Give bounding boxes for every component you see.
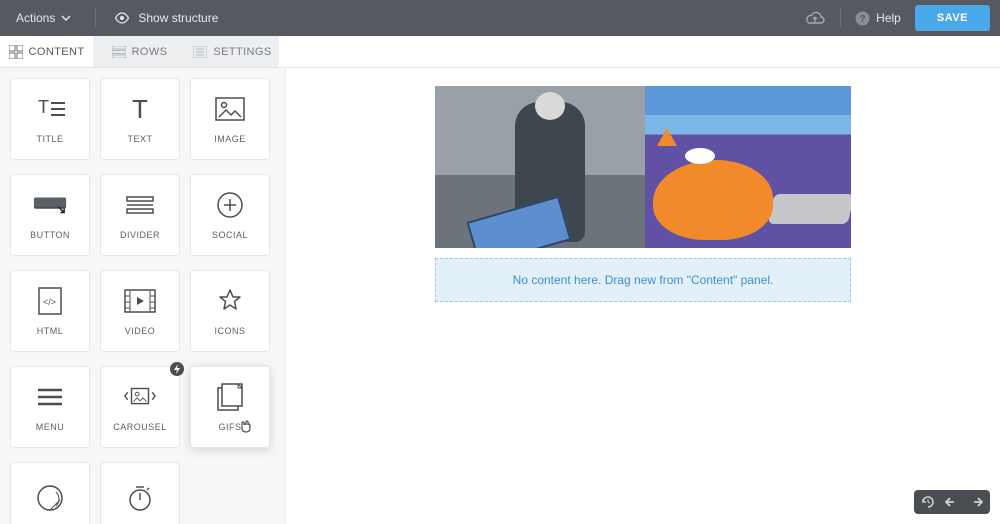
gifs-icon: [213, 382, 247, 412]
history-button[interactable]: [920, 494, 936, 510]
star-icon: [213, 286, 247, 316]
undo-icon: [945, 496, 959, 508]
block-sticker[interactable]: [10, 462, 90, 524]
block-divider[interactable]: DIVIDER: [100, 174, 180, 256]
tab-rows[interactable]: ROWS: [93, 36, 186, 67]
tab-settings[interactable]: SETTINGS: [186, 36, 279, 67]
block-social[interactable]: SOCIAL: [190, 174, 270, 256]
topbar: Actions Show structure ? Help SAVE: [0, 0, 1000, 36]
help-label: Help: [876, 11, 901, 25]
rows-icon: [112, 46, 126, 58]
block-video[interactable]: VIDEO: [100, 270, 180, 352]
timer-icon: [123, 483, 157, 513]
svg-text:?: ?: [860, 14, 866, 25]
svg-text:T: T: [132, 96, 148, 122]
image-row: [435, 86, 851, 248]
block-carousel[interactable]: CAROUSEL: [100, 366, 180, 448]
block-menu[interactable]: MENU: [10, 366, 90, 448]
block-label: CAROUSEL: [113, 422, 167, 432]
sidebar-tabs: CONTENT ROWS SETTINGS: [0, 36, 1000, 68]
canvas[interactable]: No content here. Drag new from "Content"…: [286, 68, 1000, 524]
block-label: SOCIAL: [212, 230, 248, 240]
block-html[interactable]: </> HTML: [10, 270, 90, 352]
grid-icon: [9, 45, 23, 59]
block-label: VIDEO: [125, 326, 156, 336]
cloud-save-icon[interactable]: [804, 10, 826, 26]
lightning-badge-icon: [170, 362, 184, 376]
block-label: IMAGE: [214, 134, 246, 144]
divider: [840, 8, 841, 28]
content-sidebar: T TITLE T TEXT IMAGE BUTTON: [0, 68, 286, 524]
button-icon: [33, 190, 67, 220]
block-button[interactable]: BUTTON: [10, 174, 90, 256]
social-icon: [213, 190, 247, 220]
block-label: TEXT: [127, 134, 152, 144]
show-structure-label: Show structure: [138, 11, 218, 25]
block-label: MENU: [36, 422, 65, 432]
image-icon: [213, 94, 247, 124]
block-label: DIVIDER: [120, 230, 160, 240]
show-structure-toggle[interactable]: Show structure: [108, 7, 224, 29]
block-label: BUTTON: [30, 230, 70, 240]
block-label: ICONS: [214, 326, 245, 336]
tab-content[interactable]: CONTENT: [0, 36, 93, 67]
placed-gif-right[interactable]: [645, 86, 851, 248]
block-title[interactable]: T TITLE: [10, 78, 90, 160]
help-button[interactable]: ? Help: [855, 11, 901, 26]
tab-label: CONTENT: [29, 46, 85, 58]
tab-label: SETTINGS: [213, 46, 271, 58]
history-toolbar: [914, 490, 990, 514]
block-timer[interactable]: [100, 462, 180, 524]
block-label: TITLE: [36, 134, 63, 144]
block-icons[interactable]: ICONS: [190, 270, 270, 352]
menu-icon: [33, 382, 67, 412]
svg-text:</>: </>: [43, 297, 56, 307]
save-button[interactable]: SAVE: [915, 5, 990, 31]
carousel-icon: [123, 382, 157, 412]
video-icon: [123, 286, 157, 316]
undo-button[interactable]: [944, 494, 960, 510]
help-icon: ?: [855, 11, 870, 26]
grab-cursor-icon: [239, 419, 253, 433]
redo-button[interactable]: [968, 494, 984, 510]
divider-icon: [123, 190, 157, 220]
block-text[interactable]: T TEXT: [100, 78, 180, 160]
block-image[interactable]: IMAGE: [190, 78, 270, 160]
sticker-icon: [33, 483, 67, 513]
main: T TITLE T TEXT IMAGE BUTTON: [0, 68, 1000, 524]
svg-text:T: T: [38, 97, 49, 117]
actions-menu[interactable]: Actions: [6, 7, 81, 29]
content-blocks-grid: T TITLE T TEXT IMAGE BUTTON: [10, 78, 275, 524]
settings-icon: [193, 46, 207, 58]
history-icon: [921, 495, 935, 509]
title-icon: T: [33, 94, 67, 124]
actions-label: Actions: [16, 11, 55, 25]
block-label: HTML: [37, 326, 64, 336]
tab-label: ROWS: [132, 46, 168, 58]
chevron-down-icon: [61, 15, 71, 21]
dropzone-text: No content here. Drag new from "Content"…: [513, 273, 774, 287]
redo-icon: [969, 496, 983, 508]
html-icon: </>: [33, 286, 67, 316]
empty-dropzone[interactable]: No content here. Drag new from "Content"…: [435, 258, 851, 302]
placed-gif-left[interactable]: [435, 86, 645, 248]
eye-icon: [114, 12, 130, 24]
text-icon: T: [123, 94, 157, 124]
block-gifs[interactable]: GIFS: [190, 366, 270, 448]
divider: [95, 8, 96, 28]
